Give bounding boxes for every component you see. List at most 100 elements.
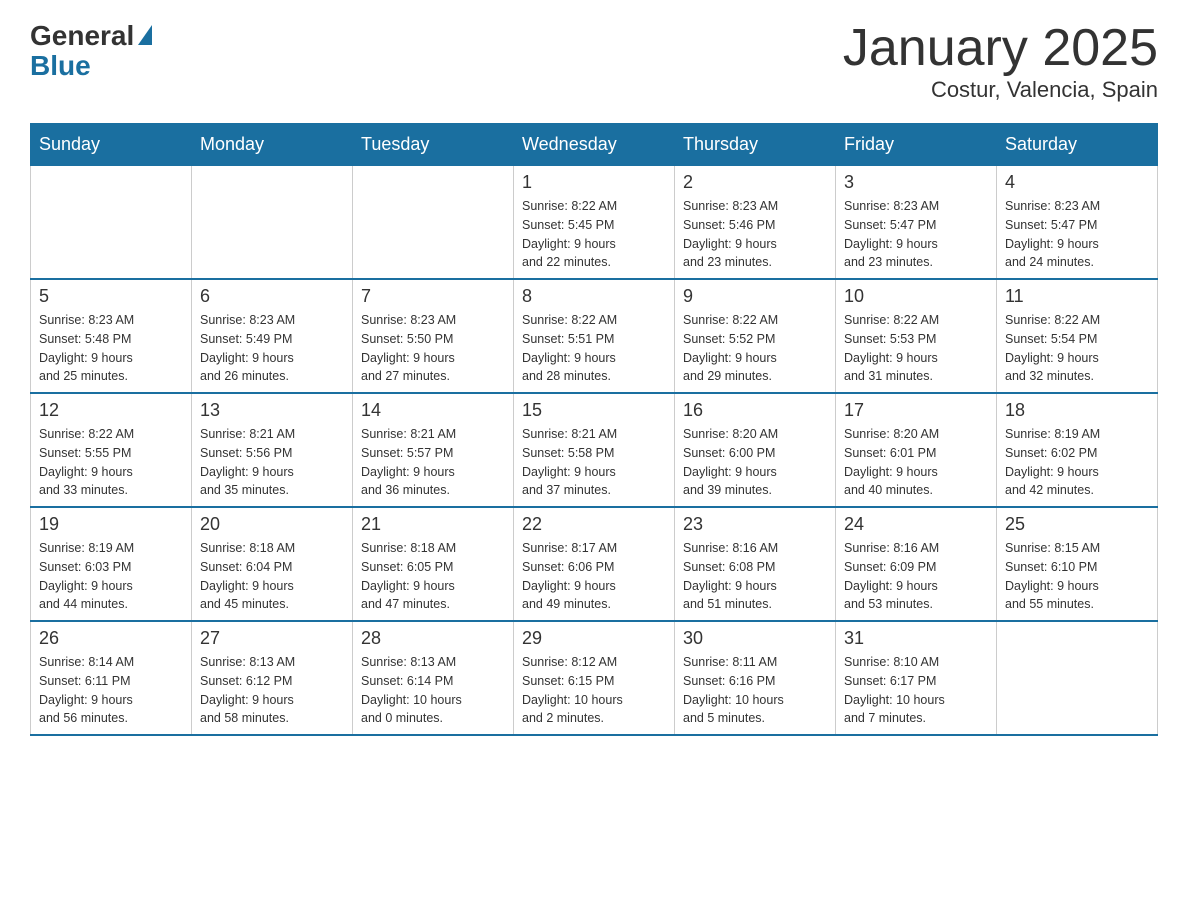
day-info: Sunrise: 8:12 AM Sunset: 6:15 PM Dayligh… bbox=[522, 653, 666, 728]
calendar-table: SundayMondayTuesdayWednesdayThursdayFrid… bbox=[30, 123, 1158, 736]
day-number: 8 bbox=[522, 286, 666, 307]
day-info: Sunrise: 8:16 AM Sunset: 6:08 PM Dayligh… bbox=[683, 539, 827, 614]
calendar-subtitle: Costur, Valencia, Spain bbox=[843, 77, 1158, 103]
logo-general-text: General bbox=[30, 20, 134, 52]
calendar-week-row: 26 Sunrise: 8:14 AM Sunset: 6:11 PM Dayli… bbox=[31, 621, 1158, 735]
day-number: 21 bbox=[361, 514, 505, 535]
calendar-cell: 1Sunrise: 8:22 AM Sunset: 5:45 PM Daylig… bbox=[514, 166, 675, 280]
calendar-cell: 8Sunrise: 8:22 AM Sunset: 5:51 PM Daylig… bbox=[514, 279, 675, 393]
calendar-cell: 31Sunrise: 8:10 AM Sunset: 6:17 PM Dayli… bbox=[836, 621, 997, 735]
calendar-cell: 3 Sunrise: 8:23 AM Sunset: 5:47 PM Daylig… bbox=[836, 166, 997, 280]
calendar-cell: 11 Sunrise: 8:22 AM Sunset: 5:54 PM Dayli… bbox=[997, 279, 1158, 393]
day-info: Sunrise: 8:21 AM Sunset: 5:56 PM Dayligh… bbox=[200, 425, 344, 500]
day-number: 13 bbox=[200, 400, 344, 421]
day-number: 5 bbox=[39, 286, 183, 307]
day-info: Sunrise: 8:23 AM Sunset: 5:49 PM Dayligh… bbox=[200, 311, 344, 386]
day-number: 31 bbox=[844, 628, 988, 649]
calendar-cell: 5 Sunrise: 8:23 AM Sunset: 5:48 PM Daylig… bbox=[31, 279, 192, 393]
calendar-cell: 16 Sunrise: 8:20 AM Sunset: 6:00 PM Dayli… bbox=[675, 393, 836, 507]
day-info: Sunrise: 8:20 AM Sunset: 6:01 PM Dayligh… bbox=[844, 425, 988, 500]
day-number: 11 bbox=[1005, 286, 1149, 307]
day-info: Sunrise: 8:13 AM Sunset: 6:12 PM Dayligh… bbox=[200, 653, 344, 728]
page-header: General Blue January 2025 Costur, Valenc… bbox=[30, 20, 1158, 103]
day-info: Sunrise: 8:22 AM Sunset: 5:55 PM Dayligh… bbox=[39, 425, 183, 500]
day-info: Sunrise: 8:15 AM Sunset: 6:10 PM Dayligh… bbox=[1005, 539, 1149, 614]
weekday-header-monday: Monday bbox=[192, 124, 353, 166]
calendar-cell: 7Sunrise: 8:23 AM Sunset: 5:50 PM Daylig… bbox=[353, 279, 514, 393]
day-number: 16 bbox=[683, 400, 827, 421]
day-info: Sunrise: 8:17 AM Sunset: 6:06 PM Dayligh… bbox=[522, 539, 666, 614]
calendar-cell: 19Sunrise: 8:19 AM Sunset: 6:03 PM Dayli… bbox=[31, 507, 192, 621]
day-info: Sunrise: 8:22 AM Sunset: 5:52 PM Dayligh… bbox=[683, 311, 827, 386]
day-info: Sunrise: 8:20 AM Sunset: 6:00 PM Dayligh… bbox=[683, 425, 827, 500]
day-info: Sunrise: 8:14 AM Sunset: 6:11 PM Dayligh… bbox=[39, 653, 183, 728]
day-number: 26 bbox=[39, 628, 183, 649]
day-info: Sunrise: 8:22 AM Sunset: 5:53 PM Dayligh… bbox=[844, 311, 988, 386]
calendar-cell: 22 Sunrise: 8:17 AM Sunset: 6:06 PM Dayli… bbox=[514, 507, 675, 621]
day-number: 27 bbox=[200, 628, 344, 649]
day-info: Sunrise: 8:21 AM Sunset: 5:57 PM Dayligh… bbox=[361, 425, 505, 500]
day-info: Sunrise: 8:16 AM Sunset: 6:09 PM Dayligh… bbox=[844, 539, 988, 614]
day-info: Sunrise: 8:23 AM Sunset: 5:47 PM Dayligh… bbox=[1005, 197, 1149, 272]
day-number: 17 bbox=[844, 400, 988, 421]
calendar-week-row: 19Sunrise: 8:19 AM Sunset: 6:03 PM Dayli… bbox=[31, 507, 1158, 621]
day-number: 22 bbox=[522, 514, 666, 535]
calendar-cell: 17 Sunrise: 8:20 AM Sunset: 6:01 PM Dayli… bbox=[836, 393, 997, 507]
calendar-cell: 24 Sunrise: 8:16 AM Sunset: 6:09 PM Dayli… bbox=[836, 507, 997, 621]
day-info: Sunrise: 8:22 AM Sunset: 5:54 PM Dayligh… bbox=[1005, 311, 1149, 386]
day-number: 7 bbox=[361, 286, 505, 307]
weekday-header-friday: Friday bbox=[836, 124, 997, 166]
day-number: 2 bbox=[683, 172, 827, 193]
calendar-cell: 15Sunrise: 8:21 AM Sunset: 5:58 PM Dayli… bbox=[514, 393, 675, 507]
calendar-cell bbox=[31, 166, 192, 280]
day-number: 19 bbox=[39, 514, 183, 535]
day-info: Sunrise: 8:11 AM Sunset: 6:16 PM Dayligh… bbox=[683, 653, 827, 728]
calendar-cell: 18 Sunrise: 8:19 AM Sunset: 6:02 PM Dayli… bbox=[997, 393, 1158, 507]
calendar-cell: 2 Sunrise: 8:23 AM Sunset: 5:46 PM Daylig… bbox=[675, 166, 836, 280]
calendar-cell: 14Sunrise: 8:21 AM Sunset: 5:57 PM Dayli… bbox=[353, 393, 514, 507]
day-number: 28 bbox=[361, 628, 505, 649]
calendar-cell: 20 Sunrise: 8:18 AM Sunset: 6:04 PM Dayli… bbox=[192, 507, 353, 621]
calendar-cell bbox=[192, 166, 353, 280]
day-info: Sunrise: 8:18 AM Sunset: 6:04 PM Dayligh… bbox=[200, 539, 344, 614]
calendar-cell: 12 Sunrise: 8:22 AM Sunset: 5:55 PM Dayli… bbox=[31, 393, 192, 507]
calendar-cell: 4 Sunrise: 8:23 AM Sunset: 5:47 PM Daylig… bbox=[997, 166, 1158, 280]
day-number: 4 bbox=[1005, 172, 1149, 193]
calendar-cell: 26 Sunrise: 8:14 AM Sunset: 6:11 PM Dayli… bbox=[31, 621, 192, 735]
logo-triangle-icon bbox=[138, 25, 152, 45]
day-number: 30 bbox=[683, 628, 827, 649]
calendar-week-row: 5 Sunrise: 8:23 AM Sunset: 5:48 PM Daylig… bbox=[31, 279, 1158, 393]
calendar-cell: 6 Sunrise: 8:23 AM Sunset: 5:49 PM Daylig… bbox=[192, 279, 353, 393]
calendar-cell: 10 Sunrise: 8:22 AM Sunset: 5:53 PM Dayli… bbox=[836, 279, 997, 393]
day-info: Sunrise: 8:23 AM Sunset: 5:46 PM Dayligh… bbox=[683, 197, 827, 272]
calendar-cell: 28 Sunrise: 8:13 AM Sunset: 6:14 PM Dayli… bbox=[353, 621, 514, 735]
day-info: Sunrise: 8:22 AM Sunset: 5:45 PM Dayligh… bbox=[522, 197, 666, 272]
logo-blue-text: Blue bbox=[30, 52, 91, 80]
day-info: Sunrise: 8:23 AM Sunset: 5:47 PM Dayligh… bbox=[844, 197, 988, 272]
day-number: 10 bbox=[844, 286, 988, 307]
calendar-cell: 25 Sunrise: 8:15 AM Sunset: 6:10 PM Dayli… bbox=[997, 507, 1158, 621]
weekday-header-sunday: Sunday bbox=[31, 124, 192, 166]
day-number: 24 bbox=[844, 514, 988, 535]
weekday-header-row: SundayMondayTuesdayWednesdayThursdayFrid… bbox=[31, 124, 1158, 166]
day-info: Sunrise: 8:23 AM Sunset: 5:48 PM Dayligh… bbox=[39, 311, 183, 386]
calendar-cell: 13 Sunrise: 8:21 AM Sunset: 5:56 PM Dayli… bbox=[192, 393, 353, 507]
day-number: 29 bbox=[522, 628, 666, 649]
day-number: 3 bbox=[844, 172, 988, 193]
weekday-header-wednesday: Wednesday bbox=[514, 124, 675, 166]
calendar-cell: 29 Sunrise: 8:12 AM Sunset: 6:15 PM Dayli… bbox=[514, 621, 675, 735]
day-number: 23 bbox=[683, 514, 827, 535]
day-info: Sunrise: 8:19 AM Sunset: 6:02 PM Dayligh… bbox=[1005, 425, 1149, 500]
day-number: 18 bbox=[1005, 400, 1149, 421]
day-number: 12 bbox=[39, 400, 183, 421]
day-number: 20 bbox=[200, 514, 344, 535]
calendar-week-row: 12 Sunrise: 8:22 AM Sunset: 5:55 PM Dayli… bbox=[31, 393, 1158, 507]
day-info: Sunrise: 8:13 AM Sunset: 6:14 PM Dayligh… bbox=[361, 653, 505, 728]
day-number: 25 bbox=[1005, 514, 1149, 535]
day-number: 6 bbox=[200, 286, 344, 307]
logo: General Blue bbox=[30, 20, 154, 80]
day-number: 9 bbox=[683, 286, 827, 307]
day-info: Sunrise: 8:21 AM Sunset: 5:58 PM Dayligh… bbox=[522, 425, 666, 500]
calendar-cell: 9 Sunrise: 8:22 AM Sunset: 5:52 PM Daylig… bbox=[675, 279, 836, 393]
weekday-header-saturday: Saturday bbox=[997, 124, 1158, 166]
